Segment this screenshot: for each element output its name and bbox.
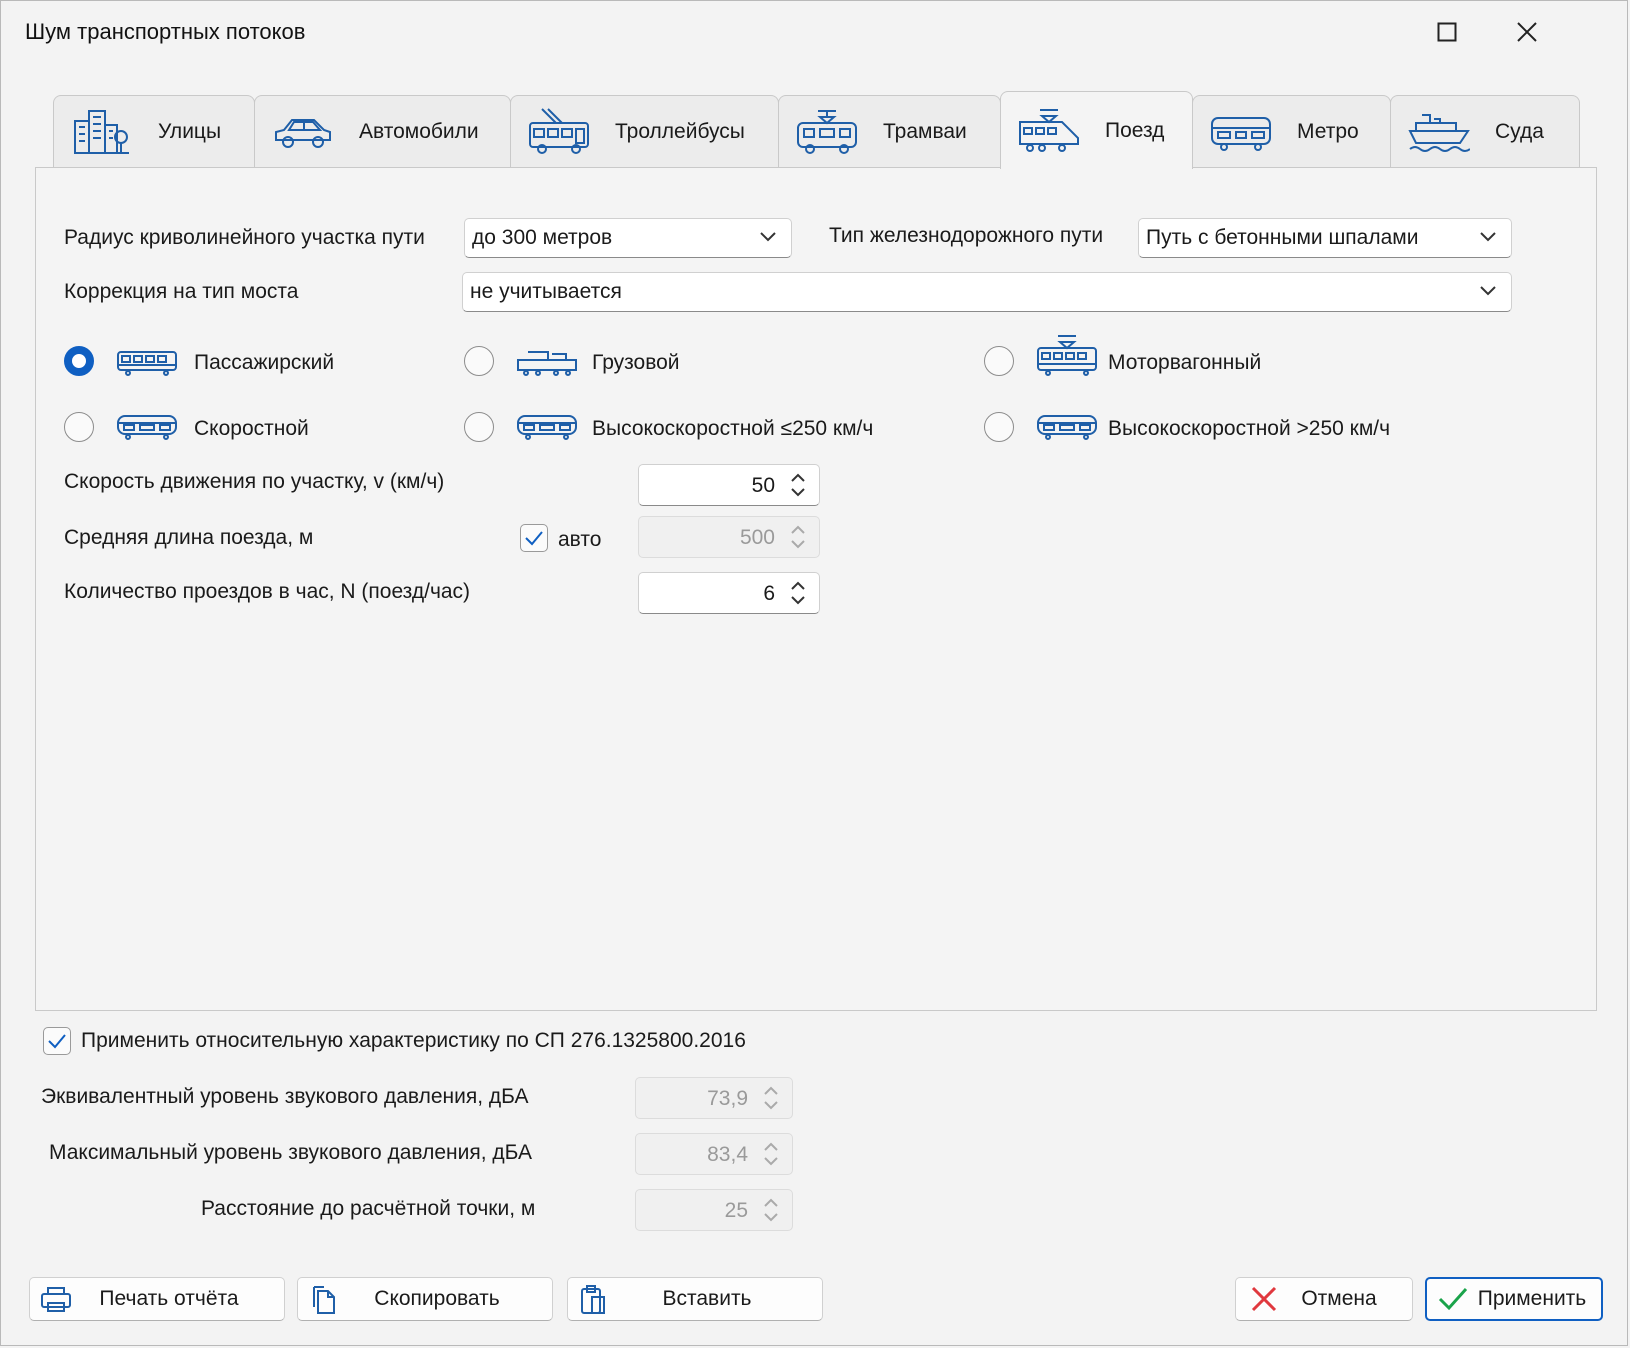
tab-trams[interactable]: Трамваи	[778, 95, 1001, 167]
tab-label: Улицы	[158, 119, 222, 143]
express-train-icon	[117, 415, 177, 440]
dialog-window: Шум транспортных потоков Улицы Автомобил…	[0, 0, 1628, 1346]
car-icon	[271, 107, 335, 157]
copy-button[interactable]: Скопировать	[297, 1277, 553, 1321]
radio-multiple-unit[interactable]	[984, 346, 1014, 376]
distance-label: Расстояние до расчётной точки, м	[201, 1197, 536, 1220]
radio-high-speed-250[interactable]	[464, 412, 494, 442]
paste-icon	[581, 1285, 605, 1314]
bridge-correction-select[interactable]: не учитывается	[462, 272, 1512, 312]
lmax-value: 83,4	[707, 1143, 748, 1166]
window-title: Шум транспортных потоков	[25, 19, 306, 44]
train-tab-panel: Радиус криволинейного участка пути до 30…	[35, 167, 1597, 1011]
multiple-unit-train-icon	[1037, 335, 1097, 376]
close-icon	[1517, 22, 1537, 42]
leq-stepper[interactable]: 73,9	[635, 1077, 793, 1119]
leq-label: Эквивалентный уровень звукового давления…	[41, 1085, 529, 1108]
train-icon	[1017, 106, 1081, 156]
cancel-button[interactable]: Отмена	[1235, 1277, 1413, 1321]
multiple-unit-label: Моторвагонный	[1108, 351, 1262, 374]
train-length-label: Средняя длина поезда, м	[64, 526, 314, 549]
chevron-down-icon	[1480, 232, 1496, 242]
radius-label: Радиус криволинейного участка пути	[64, 226, 425, 249]
radius-select[interactable]: до 300 метров	[464, 218, 792, 258]
passenger-train-icon	[117, 351, 177, 376]
tab-metro[interactable]: Метро	[1192, 95, 1391, 167]
tab-cars[interactable]: Автомобили	[254, 95, 511, 167]
speed-stepper[interactable]: 50	[638, 464, 820, 506]
auto-label: авто	[558, 528, 602, 551]
buildings-icon	[70, 107, 134, 157]
train-length-stepper[interactable]: 500	[638, 516, 820, 558]
tab-label: Поезд	[1105, 118, 1165, 142]
radio-freight[interactable]	[464, 346, 494, 376]
tab-label: Метро	[1297, 119, 1359, 143]
metro-icon	[1209, 107, 1273, 157]
copy-icon	[313, 1286, 335, 1314]
bridge-correction-value: не учитывается	[470, 280, 622, 303]
maximize-button[interactable]	[1427, 15, 1467, 49]
leq-value: 73,9	[707, 1087, 748, 1110]
close-button[interactable]	[1507, 15, 1547, 49]
stepper-arrows-icon[interactable]	[789, 579, 807, 607]
checkmark-icon	[525, 531, 543, 546]
tab-label: Автомобили	[359, 119, 479, 143]
tab-ships[interactable]: Суда	[1390, 95, 1580, 167]
passes-count-value: 6	[763, 582, 775, 605]
stepper-arrows-icon[interactable]	[762, 1196, 780, 1224]
apply-relative-checkbox[interactable]	[43, 1027, 71, 1055]
lmax-label: Максимальный уровень звукового давления,…	[49, 1141, 532, 1164]
passes-count-stepper[interactable]: 6	[638, 572, 820, 614]
auto-length-checkbox[interactable]	[520, 524, 548, 552]
passenger-label: Пассажирский	[194, 351, 335, 374]
apply-button[interactable]: Применить	[1425, 1277, 1603, 1321]
stepper-arrows-icon[interactable]	[789, 523, 807, 551]
checkmark-icon	[48, 1034, 66, 1049]
ship-icon	[1407, 107, 1471, 157]
checkmark-icon	[1438, 1287, 1468, 1311]
tab-streets[interactable]: Улицы	[53, 95, 255, 167]
passes-count-label: Количество проездов в час, N (поезд/час)	[64, 580, 471, 603]
cancel-x-icon	[1251, 1286, 1277, 1312]
trolleybus-icon	[527, 107, 591, 157]
tab-label: Трамваи	[883, 119, 967, 143]
paste-button[interactable]: Вставить	[567, 1277, 823, 1321]
tab-train[interactable]: Поезд	[1000, 91, 1193, 169]
track-type-select[interactable]: Путь с бетонными шпалами	[1138, 218, 1512, 258]
high-speed-250-label: Высокоскоростной ≤250 км/ч	[592, 417, 874, 440]
radius-value: до 300 метров	[472, 226, 613, 249]
speed-value: 50	[751, 474, 775, 497]
freight-train-icon	[517, 351, 577, 376]
stepper-arrows-icon[interactable]	[762, 1140, 780, 1168]
radio-express[interactable]	[64, 412, 94, 442]
track-type-value: Путь с бетонными шпалами	[1146, 226, 1419, 249]
printer-icon	[41, 1287, 71, 1312]
chevron-down-icon	[760, 232, 776, 242]
lmax-stepper[interactable]: 83,4	[635, 1133, 793, 1175]
high-speed-over-250-label: Высокоскоростной >250 км/ч	[1108, 417, 1391, 440]
stepper-arrows-icon[interactable]	[789, 471, 807, 499]
high-speed-train-icon	[517, 415, 577, 440]
radio-passenger[interactable]	[64, 346, 94, 376]
tab-trolleybuses[interactable]: Троллейбусы	[510, 95, 779, 167]
tab-label: Суда	[1495, 119, 1544, 143]
tab-label: Троллейбусы	[615, 119, 745, 143]
stepper-arrows-icon[interactable]	[762, 1084, 780, 1112]
distance-value: 25	[724, 1199, 748, 1222]
maximize-icon	[1437, 22, 1457, 42]
apply-relative-label: Применить относительную характеристику п…	[81, 1029, 746, 1052]
bridge-correction-label: Коррекция на тип моста	[64, 280, 299, 303]
express-label: Скоростной	[194, 417, 309, 440]
speed-label: Скорость движения по участку, v (км/ч)	[64, 470, 445, 493]
radio-high-speed-over-250[interactable]	[984, 412, 1014, 442]
freight-label: Грузовой	[592, 351, 680, 374]
distance-stepper[interactable]: 25	[635, 1189, 793, 1231]
chevron-down-icon	[1480, 286, 1496, 296]
tram-icon	[795, 107, 859, 157]
train-length-value: 500	[739, 526, 775, 549]
print-report-button[interactable]: Печать отчёта	[29, 1277, 285, 1321]
high-speed-train-icon	[1037, 415, 1097, 440]
track-type-label: Тип железнодорожного пути	[829, 224, 1104, 247]
